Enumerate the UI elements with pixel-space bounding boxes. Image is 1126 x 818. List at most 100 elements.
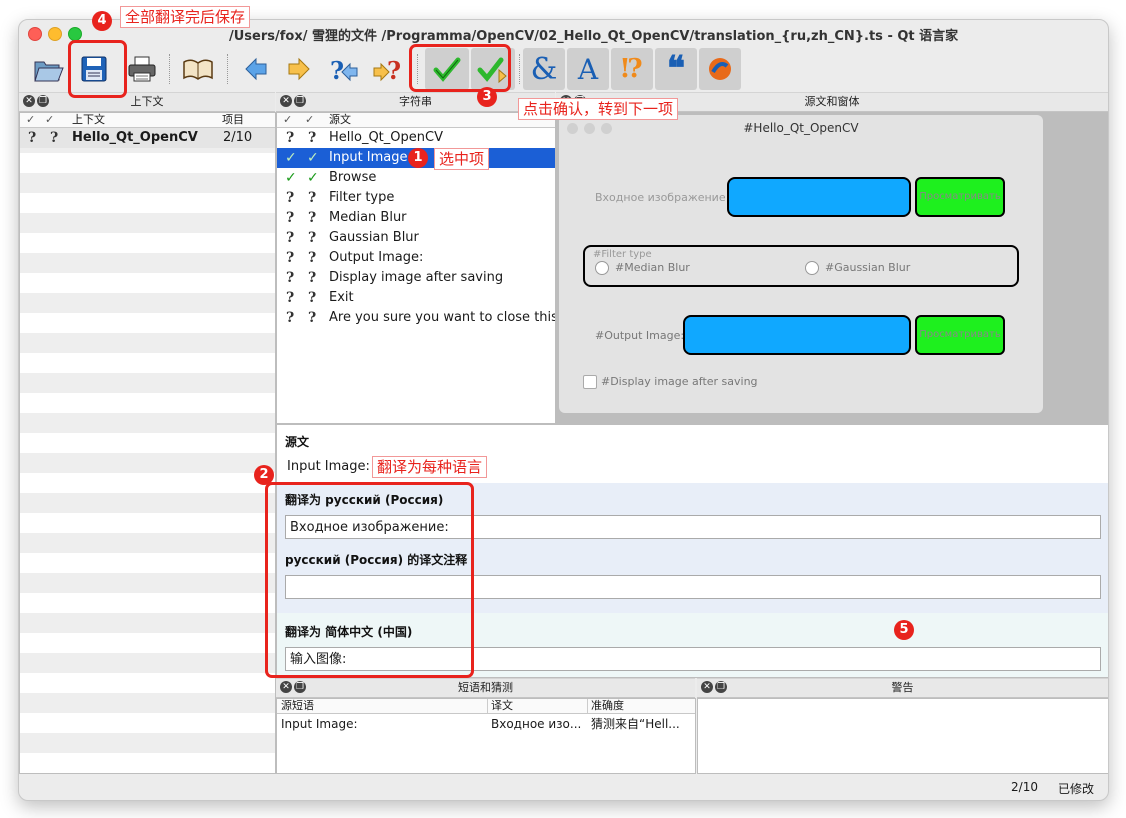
phrase-match-icon[interactable]: ⁉ bbox=[611, 48, 653, 90]
column-translation[interactable]: 译文 bbox=[487, 699, 513, 713]
print-icon[interactable] bbox=[123, 50, 161, 88]
source-text: Input Image: bbox=[287, 459, 370, 474]
string-row[interactable]: ?? Median Blur bbox=[277, 208, 555, 228]
annotation-text-2: 翻译为每种语言 bbox=[372, 456, 488, 478]
unfinished-icon: ? bbox=[308, 210, 317, 226]
annotation-box-done-next bbox=[409, 44, 511, 92]
unfinished-icon: ? bbox=[308, 230, 317, 246]
annotation-text-3: 点击确认，转到下一项 bbox=[518, 98, 679, 120]
unfinished-icon: ? bbox=[286, 250, 295, 266]
float-pane-icon[interactable]: ❐ bbox=[294, 681, 306, 693]
string-row[interactable]: ?? Output Image: bbox=[277, 248, 555, 268]
done-check-icon: ✓ bbox=[285, 150, 297, 166]
annotation-1: 1 bbox=[408, 148, 428, 168]
preview-output-field bbox=[683, 315, 911, 355]
string-row[interactable]: ?? Display image after saving bbox=[277, 268, 555, 288]
place-marker-icon[interactable]: ❝ bbox=[655, 48, 697, 90]
accelerator-icon[interactable]: & bbox=[523, 48, 565, 90]
window-title: /Users/fox/ 雪狸的文件 /Programma/OpenCV/02_H… bbox=[229, 29, 959, 44]
annotation-3: 3 bbox=[477, 87, 497, 107]
string-source-text: Median Blur bbox=[329, 210, 407, 225]
open-icon[interactable] bbox=[30, 50, 68, 88]
form-preview: #Hello_Qt_OpenCV Входное изображение Про… bbox=[556, 112, 1108, 424]
float-pane-icon[interactable]: ❐ bbox=[37, 95, 49, 107]
preview-form-title: #Hello_Qt_OpenCV bbox=[743, 121, 859, 135]
string-source-text: Input Image: bbox=[329, 150, 412, 165]
string-source-text: Gaussian Blur bbox=[329, 230, 419, 245]
preview-pane-title: 源文和窗体 bbox=[804, 95, 860, 108]
string-source-text: Filter type bbox=[329, 190, 395, 205]
done-check-icon: ✓ bbox=[307, 150, 319, 166]
context-pane-header: ✕ ❐ 上下文 bbox=[19, 92, 275, 112]
column-accuracy[interactable]: 准确度 bbox=[587, 699, 624, 713]
phrase-row[interactable]: Input Image: Входное изо... 猜测来自“Hell... bbox=[277, 714, 695, 734]
svg-text:?: ? bbox=[330, 56, 344, 84]
string-source-text: Display image after saving bbox=[329, 270, 504, 285]
status-progress: 2/10 bbox=[1011, 780, 1038, 794]
context-pane-title: 上下文 bbox=[130, 95, 164, 108]
preview-checkbox-label: #Display image after saving bbox=[601, 375, 758, 388]
close-window-button[interactable] bbox=[28, 27, 42, 41]
preview-checkbox bbox=[583, 375, 597, 389]
string-row[interactable]: ?? Filter type bbox=[277, 188, 555, 208]
phrases-pane-header: ✕ ❐ 短语和猜测 bbox=[276, 678, 695, 698]
float-pane-icon[interactable]: ❐ bbox=[294, 95, 306, 107]
phrases-list[interactable]: 源短语 译文 准确度 Input Image: Входное изо... 猜… bbox=[276, 698, 696, 774]
string-row[interactable]: ?? Exit bbox=[277, 288, 555, 308]
zoom-window-button[interactable] bbox=[68, 27, 82, 41]
unfinished-icon: ? bbox=[286, 210, 295, 226]
close-pane-icon[interactable]: ✕ bbox=[280, 95, 292, 107]
float-pane-icon[interactable]: ❐ bbox=[715, 681, 727, 693]
preview-radio-gaussian-label: #Gaussian Blur bbox=[825, 261, 911, 274]
string-source-text: Output Image: bbox=[329, 250, 424, 265]
toolbar: ? ? & A ⁉ ❝ bbox=[19, 46, 1108, 92]
column-source-phrase[interactable]: 源短语 bbox=[281, 699, 314, 713]
unfinished-icon: ? bbox=[286, 230, 295, 246]
column-items[interactable]: 项目 bbox=[222, 113, 244, 127]
unfinished-icon: ? bbox=[286, 130, 295, 146]
phrasebook-icon[interactable] bbox=[179, 50, 217, 88]
unfinished-icon: ? bbox=[286, 310, 295, 326]
unfinished-icon: ? bbox=[286, 290, 295, 306]
unfinished-icon: ? bbox=[308, 190, 317, 206]
prev-icon[interactable] bbox=[237, 50, 275, 88]
context-row[interactable]: ? ? Hello_Qt_OpenCV 2/10 bbox=[20, 128, 275, 148]
warnings-list bbox=[697, 698, 1108, 774]
preview-radio-median bbox=[595, 261, 609, 275]
strings-pane-title: 字符串 bbox=[399, 95, 432, 108]
column-context[interactable]: 上下文 bbox=[72, 113, 105, 127]
preview-browse-button: Просматривать bbox=[915, 177, 1005, 217]
context-list[interactable]: ✓ ✓ 上下文 项目 ? ? Hello_Qt_OpenCV 2/10 bbox=[19, 112, 276, 774]
minimize-window-button[interactable] bbox=[48, 27, 62, 41]
close-pane-icon[interactable]: ✕ bbox=[280, 681, 292, 693]
unfinished-icon: ? bbox=[286, 190, 295, 206]
ending-punctuation-icon[interactable]: A bbox=[567, 48, 609, 90]
annotation-5: 5 bbox=[894, 620, 914, 640]
column-source[interactable]: 源文 bbox=[329, 113, 351, 127]
next-icon[interactable] bbox=[280, 50, 318, 88]
annotation-4: 4 bbox=[92, 11, 112, 31]
prev-unfinished-icon[interactable]: ? bbox=[325, 50, 363, 88]
close-pane-icon[interactable]: ✕ bbox=[23, 95, 35, 107]
next-unfinished-icon[interactable]: ? bbox=[370, 50, 408, 88]
string-source-text: Exit bbox=[329, 290, 354, 305]
string-source-text: Hello_Qt_OpenCV bbox=[329, 130, 443, 145]
unfinished-icon: ? bbox=[308, 130, 317, 146]
warnings-pane-title: 警告 bbox=[891, 681, 914, 694]
unfinished-icon: ? bbox=[50, 130, 59, 146]
string-row[interactable]: ✓ ✓ Browse bbox=[277, 168, 555, 188]
string-row[interactable]: ?? Hello_Qt_OpenCV bbox=[277, 128, 555, 148]
context-column-header: ✓ ✓ 上下文 项目 bbox=[20, 113, 275, 128]
app-window: /Users/fox/ 雪狸的文件 /Programma/OpenCV/02_H… bbox=[18, 19, 1109, 801]
validation-icon[interactable] bbox=[699, 48, 741, 90]
unfinished-icon: ? bbox=[308, 270, 317, 286]
annotation-box-translations bbox=[265, 482, 474, 678]
warnings-pane-header: ✕ ❐ 警告 bbox=[697, 678, 1108, 698]
unfinished-icon: ? bbox=[308, 310, 317, 326]
preview-radio-median-label: #Median Blur bbox=[615, 261, 690, 274]
close-pane-icon[interactable]: ✕ bbox=[701, 681, 713, 693]
string-row[interactable]: ?? Are you sure you want to close this... bbox=[277, 308, 555, 328]
string-row[interactable]: ?? Gaussian Blur bbox=[277, 228, 555, 248]
source-heading: 源文 bbox=[285, 435, 310, 449]
preview-filter-title: #Filter type bbox=[593, 249, 652, 260]
